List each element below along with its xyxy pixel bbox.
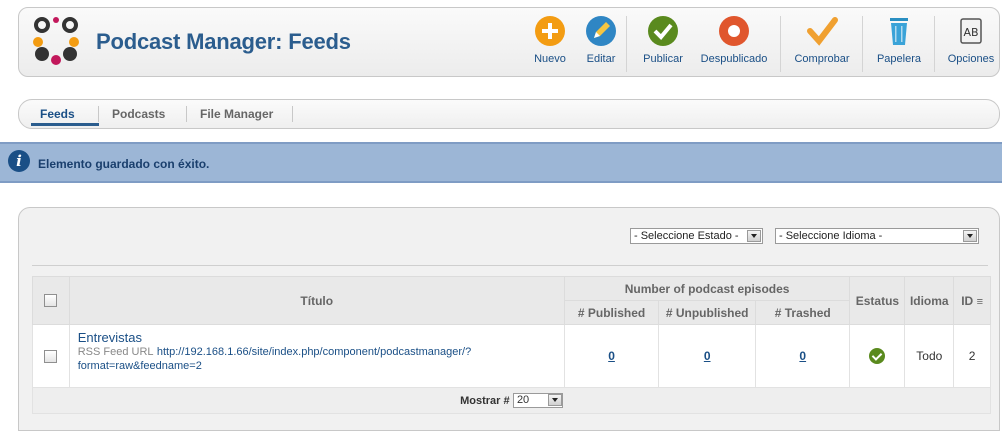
row-checkbox[interactable] — [44, 349, 58, 363]
trash-button[interactable]: Papelera — [872, 14, 926, 65]
unpublish-circle-icon — [717, 14, 751, 48]
select-all-cell — [32, 276, 70, 325]
language-filter-value: - Seleccione Idioma - — [779, 230, 883, 242]
panel-divider — [32, 265, 988, 266]
language-cell: Todo — [904, 324, 955, 388]
rss-url-link-continued[interactable]: format=raw&feedname=2 — [78, 360, 202, 372]
column-trashed[interactable]: # Trashed — [755, 300, 851, 325]
unpublish-button[interactable]: Despublicado — [696, 14, 772, 65]
publish-button[interactable]: Publicar — [638, 14, 688, 65]
show-count-label: Mostrar # — [460, 394, 510, 407]
column-status[interactable]: Estatus — [849, 276, 906, 325]
options-icon: AB — [954, 14, 988, 48]
column-episodes-group: Number of podcast episodes — [563, 276, 851, 301]
tab-separator — [186, 106, 187, 122]
chevron-down-icon — [747, 230, 761, 242]
language-filter-select[interactable]: - Seleccione Idioma - — [775, 228, 979, 244]
toolbar-separator — [862, 16, 863, 72]
tab-separator — [292, 106, 293, 122]
check-tick-icon — [805, 14, 839, 48]
podcast-logo-icon — [33, 17, 79, 65]
info-icon: i — [8, 150, 30, 172]
rss-url-link[interactable]: http://192.168.1.66/site/index.php/compo… — [157, 346, 471, 358]
select-all-checkbox[interactable] — [44, 294, 58, 307]
tab-feeds[interactable]: Feeds — [40, 107, 75, 121]
id-cell: 2 — [953, 324, 991, 388]
show-count-select[interactable]: 20 — [512, 393, 563, 409]
tab-separator — [98, 106, 99, 122]
checkmark-icon — [646, 14, 680, 48]
publish-label: Publicar — [643, 53, 683, 65]
chevron-down-icon — [547, 394, 562, 407]
check-button[interactable]: Comprobar — [790, 14, 854, 65]
trash-label: Papelera — [876, 53, 922, 65]
unpublished-count-link[interactable]: 0 — [704, 349, 711, 363]
published-count-cell: 0 — [563, 324, 660, 388]
tab-file-manager[interactable]: File Manager — [200, 107, 273, 121]
page-title: Podcast Manager: Feeds — [96, 29, 351, 54]
new-label: Nuevo — [534, 53, 566, 65]
show-count-value: 20 — [516, 394, 530, 407]
column-id[interactable]: ID ≡ — [953, 276, 991, 325]
svg-text:AB: AB — [963, 26, 978, 39]
tab-podcasts[interactable]: Podcasts — [112, 107, 165, 121]
column-published[interactable]: # Published — [563, 300, 660, 325]
trashed-count-link[interactable]: 0 — [799, 349, 806, 363]
column-unpublished[interactable]: # Unpublished — [658, 300, 757, 325]
check-label: Comprobar — [794, 53, 850, 65]
active-tab-indicator — [31, 123, 99, 126]
status-cell — [849, 324, 906, 388]
message-text: Elemento guardado con éxito. — [38, 157, 210, 171]
feeds-table: Título Number of podcast episodes Estatu… — [32, 276, 991, 414]
toolbar-separator — [626, 16, 627, 72]
column-language[interactable]: Idioma — [904, 276, 955, 325]
feed-title-link[interactable]: Entrevistas — [78, 330, 142, 345]
published-count-link[interactable]: 0 — [608, 349, 615, 363]
unpublish-label: Despublicado — [700, 53, 768, 65]
column-title[interactable]: Título — [68, 276, 565, 325]
state-filter-select[interactable]: - Seleccione Estado - — [630, 228, 763, 244]
trash-icon — [882, 14, 916, 48]
row-checkbox-cell — [32, 324, 70, 388]
toolbar-separator — [934, 16, 935, 72]
column-id-label: ID — [961, 293, 974, 308]
rss-label: RSS Feed URL — [77, 346, 154, 358]
state-filter-value: - Seleccione Estado - — [634, 230, 739, 242]
trashed-count-cell: 0 — [755, 324, 851, 388]
table-footer: Mostrar # 20 — [32, 387, 991, 414]
plus-icon — [533, 14, 567, 48]
toolbar-separator — [780, 16, 781, 72]
options-button[interactable]: AB Opciones — [944, 14, 998, 65]
pencil-icon — [584, 14, 618, 48]
new-button[interactable]: Nuevo — [530, 14, 570, 65]
published-status-icon[interactable] — [869, 348, 886, 364]
options-label: Opciones — [947, 53, 995, 65]
sort-icon: ≡ — [976, 295, 983, 308]
row-title-cell: Entrevistas RSS Feed URL http://192.168.… — [68, 324, 565, 388]
edit-label: Editar — [586, 53, 616, 65]
table-row: Entrevistas RSS Feed URL http://192.168.… — [32, 324, 991, 388]
edit-button[interactable]: Editar — [581, 14, 621, 65]
unpublished-count-cell: 0 — [658, 324, 757, 388]
chevron-down-icon — [963, 230, 977, 242]
